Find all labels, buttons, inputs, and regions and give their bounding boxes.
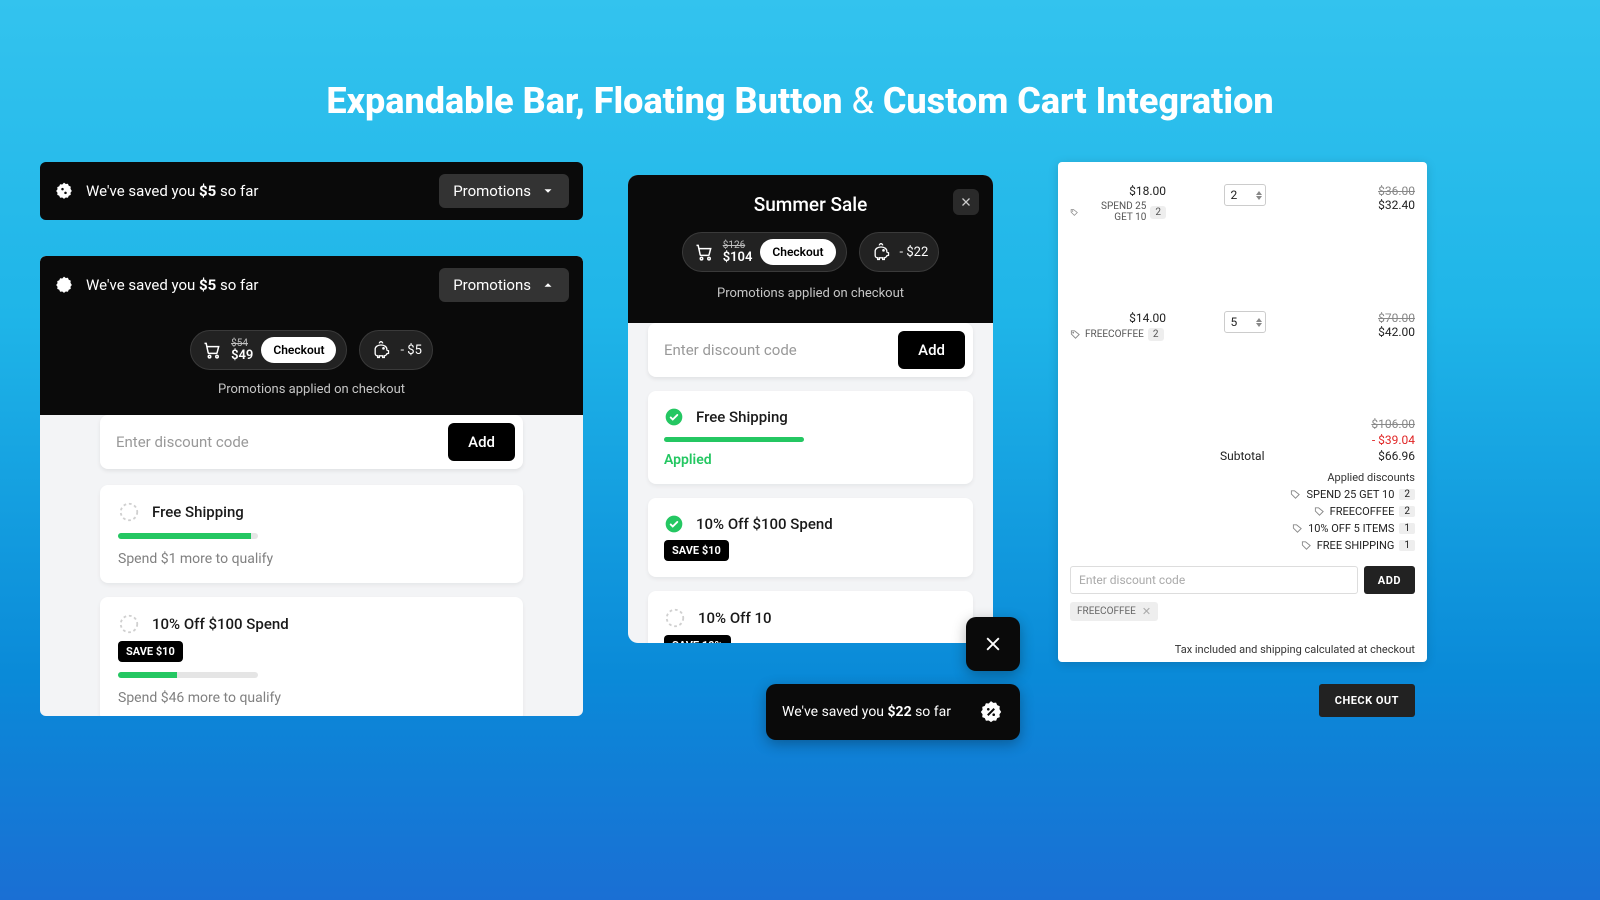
cart-discount-input[interactable] bbox=[1070, 566, 1358, 594]
promo-title: 10% Off 10 bbox=[698, 609, 772, 627]
qualify-text: Spend $46 more to qualify bbox=[118, 690, 505, 706]
pending-ring-icon bbox=[118, 613, 140, 635]
page-title: Expandable Bar, Floating Button & Custom… bbox=[0, 0, 1600, 122]
promo-title: 10% Off $100 Spend bbox=[696, 515, 833, 533]
close-button[interactable] bbox=[953, 189, 979, 215]
promo-card: Free Shipping Applied bbox=[648, 391, 973, 484]
chevron-down-icon bbox=[541, 184, 555, 198]
promotions-toggle[interactable]: Promotions bbox=[439, 174, 569, 208]
cart-new-total: $104 bbox=[723, 251, 753, 264]
subtotal-discount: - $39.04 bbox=[1372, 433, 1415, 447]
piggy-bank-icon bbox=[870, 242, 892, 262]
saved-message: We've saved you $5 so far bbox=[86, 182, 427, 200]
tag-icon bbox=[1301, 540, 1312, 551]
save-badge: SAVE $10 bbox=[118, 641, 183, 662]
caret-up-icon[interactable] bbox=[1256, 318, 1262, 322]
cart-icon bbox=[201, 340, 223, 360]
cart-total-pill[interactable]: $54 $49 Checkout bbox=[190, 330, 347, 370]
promotions-toggle[interactable]: Promotions bbox=[439, 268, 569, 302]
checkout-button[interactable]: Checkout bbox=[261, 337, 336, 363]
applied-note: Promotions applied on checkout bbox=[40, 382, 583, 397]
quantity-stepper[interactable]: 5 bbox=[1224, 311, 1266, 333]
applied-discount-row: FREE SHIPPING1 bbox=[1070, 539, 1415, 552]
discount-badge-icon bbox=[54, 275, 74, 295]
caret-down-icon[interactable] bbox=[1256, 323, 1262, 327]
promo-bar-expanded[interactable]: We've saved you $5 so far Promotions bbox=[40, 256, 583, 314]
quantity-stepper[interactable]: 2 bbox=[1224, 184, 1266, 206]
applied-discounts-header: Applied discounts bbox=[1070, 471, 1415, 484]
saved-message: We've saved you $5 so far bbox=[86, 276, 427, 294]
applied-code-chip[interactable]: FREECOFFEE✕ bbox=[1070, 602, 1158, 621]
add-code-button[interactable]: Add bbox=[448, 423, 515, 461]
close-icon bbox=[983, 634, 1003, 654]
tag-icon bbox=[1070, 207, 1079, 218]
savings-pill: - $22 bbox=[859, 232, 940, 272]
save-badge: SAVE $10 bbox=[664, 540, 729, 561]
savings-pill: - $5 bbox=[359, 330, 432, 370]
qualify-text: Spend $1 more to qualify bbox=[118, 551, 505, 567]
check-circle-icon bbox=[664, 407, 684, 427]
promo-card: Free Shipping Spend $1 more to qualify bbox=[100, 485, 523, 583]
tax-note: Tax included and shipping calculated at … bbox=[1070, 643, 1415, 656]
cart-line: $18.00 SPEND 25 GET 10 2 2 $36.00 $32.40 bbox=[1070, 180, 1415, 227]
discount-badge-icon bbox=[54, 181, 74, 201]
subtotal-final: $66.96 bbox=[1378, 449, 1415, 463]
save-badge: SAVE 10% bbox=[664, 635, 731, 643]
promo-card: 10% Off $100 Spend SAVE $10 bbox=[648, 498, 973, 577]
tag-icon bbox=[1314, 506, 1325, 517]
cart-add-button[interactable]: ADD bbox=[1364, 566, 1415, 594]
cart-line-price: $14.00 bbox=[1070, 311, 1166, 325]
tag-icon bbox=[1070, 329, 1081, 340]
pending-ring-icon bbox=[118, 501, 140, 523]
chevron-up-icon bbox=[541, 278, 555, 292]
check-circle-icon bbox=[664, 514, 684, 534]
cart-panel: $18.00 SPEND 25 GET 10 2 2 $36.00 $32.40… bbox=[1058, 162, 1427, 662]
line-disc-total: $32.40 bbox=[1323, 198, 1415, 212]
line-orig-total: $36.00 bbox=[1323, 184, 1415, 198]
applied-label: Applied bbox=[664, 452, 957, 468]
floating-savings-bar[interactable]: We've saved you $22 so far bbox=[766, 684, 1020, 740]
caret-up-icon[interactable] bbox=[1256, 191, 1262, 195]
discount-code-input[interactable] bbox=[108, 423, 448, 461]
checkout-button[interactable]: Checkout bbox=[760, 239, 835, 265]
cart-old-total: $126 bbox=[723, 241, 753, 251]
promo-title: 10% Off $100 Spend bbox=[152, 615, 289, 633]
promo-title: Free Shipping bbox=[152, 503, 244, 521]
remove-icon[interactable]: ✕ bbox=[1142, 605, 1151, 618]
piggy-bank-icon bbox=[370, 340, 392, 360]
pending-ring-icon bbox=[664, 607, 686, 629]
cart-icon bbox=[693, 242, 715, 262]
progress-bar bbox=[664, 437, 804, 442]
cart-new-total: $49 bbox=[231, 349, 253, 362]
discount-code-input[interactable] bbox=[656, 331, 898, 369]
progress-bar bbox=[118, 533, 258, 539]
promo-card: 10% Off $100 Spend SAVE $10 Spend $46 mo… bbox=[100, 597, 523, 716]
applied-discount-row: 10% OFF 5 ITEMS1 bbox=[1070, 522, 1415, 535]
progress-bar bbox=[118, 672, 258, 678]
floating-close-button[interactable] bbox=[966, 617, 1020, 671]
line-disc-total: $42.00 bbox=[1323, 325, 1415, 339]
applied-discount-row: FREECOFFEE2 bbox=[1070, 505, 1415, 518]
caret-down-icon[interactable] bbox=[1256, 196, 1262, 200]
applied-note: Promotions applied on checkout bbox=[628, 286, 993, 301]
close-icon bbox=[960, 196, 972, 208]
promo-card: 10% Off 10 SAVE 10% Cakes bbox=[648, 591, 973, 643]
panel-title: Summer Sale bbox=[628, 193, 993, 216]
line-orig-total: $70.00 bbox=[1323, 311, 1415, 325]
saved-message: We've saved you $22 so far bbox=[782, 704, 966, 720]
tag-icon bbox=[1290, 489, 1301, 500]
subtotal-original: $106.00 bbox=[1371, 417, 1415, 431]
cart-line: $14.00 FREECOFFEE 2 5 $70.00 $42.00 bbox=[1070, 307, 1415, 345]
promo-title: Free Shipping bbox=[696, 408, 788, 426]
add-code-button[interactable]: Add bbox=[898, 331, 965, 369]
cart-line-price: $18.00 bbox=[1070, 184, 1166, 198]
applied-discount-row: SPEND 25 GET 102 bbox=[1070, 488, 1415, 501]
tag-icon bbox=[1292, 523, 1303, 534]
cart-total-pill[interactable]: $126 $104 Checkout bbox=[682, 232, 847, 272]
cart-old-total: $54 bbox=[231, 339, 253, 349]
checkout-button[interactable]: CHECK OUT bbox=[1319, 684, 1415, 717]
discount-badge-icon bbox=[978, 699, 1004, 725]
subtotal-label: Subtotal bbox=[1070, 449, 1265, 463]
promo-bar-collapsed[interactable]: We've saved you $5 so far Promotions bbox=[40, 162, 583, 220]
